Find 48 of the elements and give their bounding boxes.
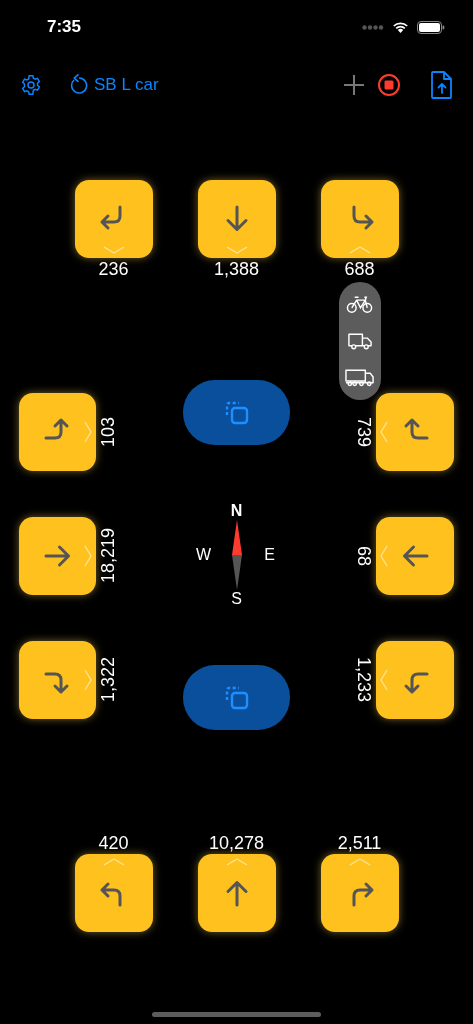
settings-button[interactable] [20, 74, 42, 96]
movement-button[interactable] [376, 517, 454, 595]
movement-button[interactable] [376, 393, 454, 471]
count-label: 10,278 [208, 832, 265, 854]
count-label: 420 [98, 832, 129, 854]
van-icon [346, 331, 373, 351]
movement-button[interactable] [376, 641, 454, 719]
approach-selector[interactable]: SB L car [68, 74, 159, 96]
status-time: 7:35 [47, 17, 82, 37]
count-label: 68 [354, 546, 374, 566]
count-label: 1,233 [354, 657, 374, 703]
count-label: 236 [98, 258, 129, 280]
count-label: 739 [354, 416, 374, 447]
count-label: 1,322 [98, 657, 118, 703]
movement-button[interactable] [320, 180, 399, 258]
movement-button[interactable] [19, 641, 96, 719]
compass-label: S [231, 590, 242, 608]
compass-label: N [230, 502, 243, 520]
vehicle-option[interactable] [344, 367, 375, 388]
compass-needle-icon [230, 520, 243, 590]
compass-label: W [195, 546, 212, 564]
plus-icon [343, 74, 365, 96]
battery-icon [417, 20, 445, 34]
signal-icon [362, 24, 384, 30]
movement-button[interactable] [74, 854, 153, 932]
add-button[interactable] [343, 74, 365, 96]
movement-button[interactable] [19, 517, 96, 595]
export-button[interactable] [431, 71, 453, 99]
count-label: 2,511 [337, 832, 382, 854]
vehicle-option[interactable] [346, 331, 373, 351]
settings-icon [20, 74, 42, 96]
count-label: 1,388 [213, 258, 259, 280]
wifi-icon [392, 21, 409, 33]
movement-button[interactable] [197, 854, 276, 932]
count-label: 18,219 [98, 528, 118, 584]
movement-button[interactable] [19, 393, 96, 471]
bicycle-icon [345, 294, 374, 315]
truck-icon [344, 367, 375, 388]
movement-button[interactable] [197, 180, 276, 258]
stop-button[interactable] [377, 73, 401, 97]
undo-icon [68, 74, 88, 96]
count-label: 103 [98, 416, 118, 447]
movement-button[interactable] [320, 854, 399, 932]
compass-label: E [264, 546, 275, 564]
movement-button[interactable] [74, 180, 153, 258]
count-label: 688 [344, 258, 375, 280]
document-upload-icon [431, 71, 453, 99]
vehicle-option[interactable] [345, 294, 374, 315]
